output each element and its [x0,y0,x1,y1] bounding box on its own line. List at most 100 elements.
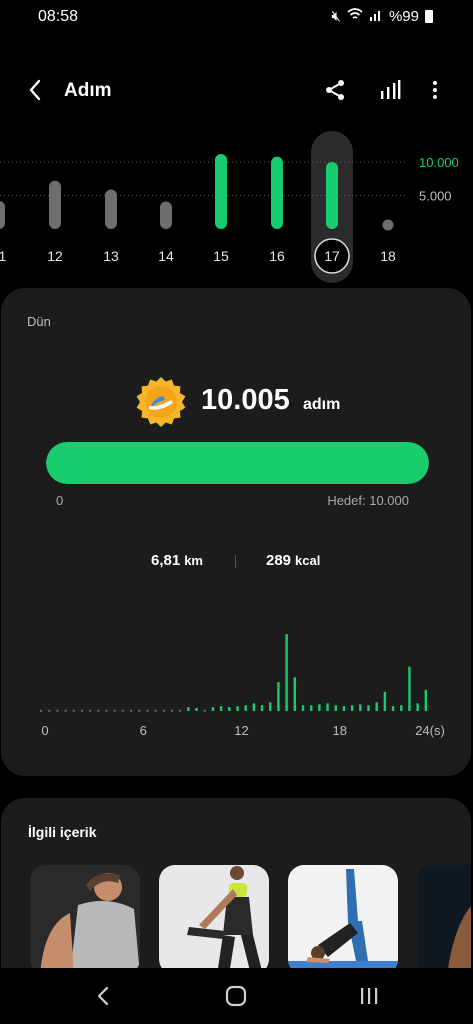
workout-image [30,865,140,975]
nav-recents-button[interactable] [351,980,387,1012]
hour-bar [195,708,198,711]
day-label[interactable]: 16 [269,248,285,264]
stretching-image [159,865,269,975]
back-button[interactable] [22,76,50,104]
day-label[interactable]: 13 [103,248,119,264]
more-vertical-icon [433,81,437,99]
fitness-image [417,865,471,975]
hour-tick-label: 6 [140,723,147,738]
hour-bar-empty [171,709,173,712]
day-bar[interactable] [0,200,5,229]
hour-bar-empty [162,709,165,712]
bar-chart-icon [381,80,401,99]
related-thumb-4[interactable] [417,865,471,975]
day-label[interactable]: 18 [380,248,396,264]
hour-bar-empty [130,709,133,712]
goal-progress-fill [46,442,429,484]
calories-unit: kcal [295,553,321,568]
daily-summary-card: Dün 10.005 adım 0 Hedef: 10.000 6,81 km 2… [1,288,471,776]
day-label[interactable]: 15 [213,248,229,264]
hour-bar [326,703,329,711]
hour-bar [285,634,288,711]
more-button[interactable] [421,76,449,104]
related-thumb-3[interactable] [288,865,398,975]
progress-start-label: 0 [56,493,64,508]
day-bar[interactable] [49,180,61,229]
page-title: Adım [64,80,112,101]
shoe-badge-icon [136,377,186,427]
day-bar[interactable] [271,156,283,229]
nav-back-button[interactable] [86,980,122,1012]
hour-bar [391,706,395,711]
hour-bar-empty [48,709,51,712]
weekly-steps-chart[interactable]: 10.000 5.000 11 12 13 14 15 16 17 18 [0,130,473,290]
hour-tick-label: 24(s) [415,723,445,738]
day-label[interactable]: 14 [158,248,174,264]
day-bar[interactable] [326,162,338,229]
hour-bar-empty [138,709,141,712]
hourly-steps-chart[interactable]: 0 6 12 18 24(s) [1,618,471,748]
hour-bar-empty [80,709,83,712]
steps-unit: adım [303,396,341,413]
day-label[interactable]: 11 [0,248,6,264]
steps-value: 10.005 [201,384,290,416]
hour-bar-empty [146,709,149,712]
battery-icon [425,10,433,23]
hour-bar-empty [113,709,116,712]
related-title: İlgili içerik [28,824,97,840]
day-bar[interactable] [160,201,172,229]
yoga-image [288,865,398,975]
calories-value: 289 [266,552,292,569]
day-bar[interactable] [105,189,117,229]
hour-bar [383,691,387,711]
status-time: 08:58 [38,8,79,25]
app-bar: Adım [0,70,473,112]
related-thumb-2[interactable] [159,865,269,975]
hour-bar-empty [105,709,108,712]
hour-bar [187,707,190,711]
grid-label: 10.000 [419,155,459,170]
goal-label: Hedef: 10.000 [327,493,409,508]
hour-bar [424,689,428,711]
chevron-left-icon [29,79,41,101]
hour-bar-empty [89,709,92,712]
hour-bar [252,703,256,711]
related-thumb-1[interactable] [30,865,140,975]
system-nav-bar [0,968,473,1024]
nav-home-button[interactable] [218,980,254,1012]
hour-bar-empty [203,709,206,712]
hour-bar [260,705,264,711]
status-bar: 08:58 🔇︎ %99 [0,0,473,36]
hour-bar [301,705,305,711]
hour-bar-empty [179,709,182,712]
signal-icon [369,8,383,25]
hour-bar [367,705,370,711]
hour-bar [293,677,297,711]
hour-bar [350,705,354,711]
hour-tick-label: 18 [333,723,347,738]
goal-progress-bar [46,442,429,484]
hour-bar [318,704,321,711]
distance-unit: km [184,553,203,568]
share-button[interactable] [321,76,349,104]
stats-button[interactable] [376,76,404,104]
hour-bar [219,706,223,711]
distance-value: 6,81 [151,552,181,569]
calories-stat: 289 kcal [266,552,320,569]
hour-bar [416,703,419,711]
hour-bar [269,702,272,711]
recents-nav-icon [361,988,378,1004]
day-label[interactable]: 17 [324,248,340,264]
hour-bar [375,702,378,711]
hour-bar [236,706,239,711]
hour-bar-empty [64,709,67,712]
hour-bar [342,706,346,711]
hour-bar-empty [97,709,100,712]
day-label[interactable]: 12 [47,248,63,264]
stat-divider [235,555,236,568]
hour-bar-empty [40,709,42,712]
day-bar-empty[interactable] [382,219,394,231]
hour-bar-empty [154,709,157,712]
home-nav-icon [225,985,247,1007]
day-bar[interactable] [215,154,227,229]
